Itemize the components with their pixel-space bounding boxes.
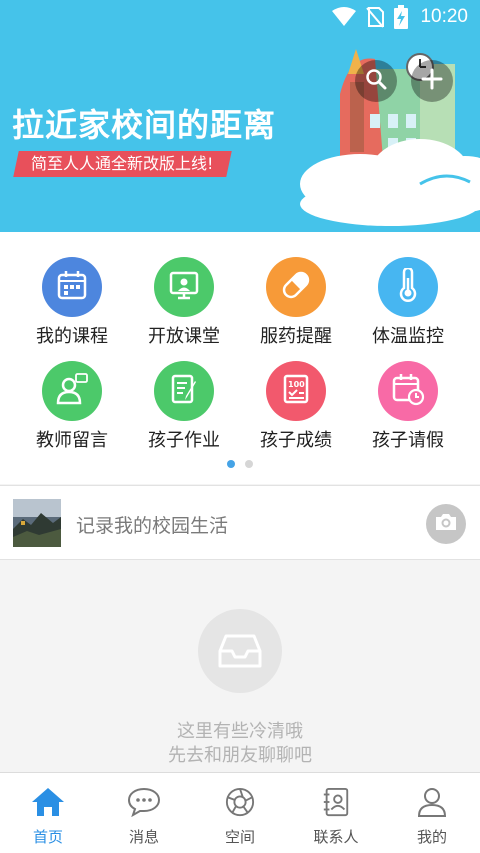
empty-message-line2: 先去和朋友聊聊吧	[168, 745, 312, 766]
nav-label: 联系人	[313, 828, 359, 846]
homework-icon	[168, 373, 200, 409]
nav-label: 消息	[128, 828, 159, 846]
camera-icon	[434, 512, 458, 536]
thermometer-icon	[392, 266, 424, 306]
wifi-icon	[332, 7, 357, 27]
feature-temperature-monitor[interactable]: 体温监控	[348, 257, 468, 357]
camera-button[interactable]	[426, 504, 466, 544]
svg-text:100: 100	[288, 380, 305, 389]
feature-child-scores[interactable]: 100 孩子成绩	[236, 361, 356, 461]
promo-banner[interactable]: 拉近家校间的距离 简至人人通全新改版上线!	[0, 34, 480, 232]
feature-icon-circle	[42, 257, 102, 317]
nav-me[interactable]: 我的	[384, 773, 480, 853]
no-signal-icon	[366, 6, 385, 28]
feature-my-courses[interactable]: 我的课程	[12, 257, 132, 357]
feature-icon-circle	[154, 361, 214, 421]
banner-tagline: 简至人人通全新改版上线!	[31, 154, 214, 173]
teacher-message-icon	[55, 372, 89, 410]
leave-calendar-icon	[391, 372, 425, 410]
nav-contacts[interactable]: 联系人	[288, 773, 384, 853]
feature-label: 体温监控	[372, 326, 444, 347]
page-dot-active[interactable]	[227, 460, 235, 468]
feature-icon-circle	[378, 361, 438, 421]
battery-charging-icon	[394, 5, 409, 29]
status-bar: 10:20	[0, 0, 480, 34]
bottom-navigation: 首页 消息 空间 联系人 我的	[0, 772, 480, 853]
feature-icon-circle: 100	[266, 361, 326, 421]
nav-home[interactable]: 首页	[0, 773, 96, 853]
chat-bubble-icon	[127, 787, 161, 821]
page-dot[interactable]	[245, 460, 253, 468]
feature-icon-circle	[378, 257, 438, 317]
feature-icon-circle	[154, 257, 214, 317]
add-button[interactable]	[411, 60, 453, 102]
feature-label: 我的课程	[36, 326, 108, 347]
nav-label: 首页	[32, 828, 63, 846]
record-prompt-text: 记录我的校园生活	[76, 515, 229, 537]
nav-space[interactable]: 空间	[192, 773, 288, 853]
pill-icon	[279, 268, 313, 306]
feature-label: 孩子成绩	[260, 430, 332, 451]
nav-label: 空间	[224, 828, 255, 846]
feature-label: 孩子请假	[372, 430, 444, 451]
feature-label: 教师留言	[36, 430, 108, 451]
empty-state: 这里有些冷清哦 先去和朋友聊聊吧	[0, 561, 480, 772]
score-sheet-icon: 100	[280, 373, 312, 409]
contacts-book-icon	[320, 787, 352, 821]
banner-headline: 拉近家校间的距离	[12, 106, 277, 144]
banner-tagline-ribbon: 简至人人通全新改版上线!	[13, 151, 232, 177]
feature-label: 孩子作业	[148, 430, 220, 451]
feature-icon-circle	[42, 361, 102, 421]
empty-inbox-icon	[198, 609, 282, 693]
feature-label: 开放课堂	[148, 326, 220, 347]
calendar-icon	[56, 269, 88, 305]
nav-label: 我的	[416, 828, 447, 846]
feature-child-leave[interactable]: 孩子请假	[348, 361, 468, 461]
plus-icon	[421, 68, 443, 94]
feature-teacher-message[interactable]: 教师留言	[12, 361, 132, 461]
clock-time: 10:20	[420, 6, 468, 27]
aperture-icon	[224, 787, 256, 821]
person-icon	[417, 787, 447, 821]
feature-icon-circle	[266, 257, 326, 317]
feature-medicine-reminder[interactable]: 服药提醒	[236, 257, 356, 357]
nav-messages[interactable]: 消息	[96, 773, 192, 853]
empty-message-line1: 这里有些冷清哦	[177, 721, 303, 742]
page-indicator	[0, 460, 480, 468]
home-icon	[31, 787, 65, 821]
user-avatar-thumbnail	[13, 499, 61, 547]
feature-label: 服药提醒	[260, 326, 332, 347]
classroom-screen-icon	[168, 269, 200, 305]
search-button[interactable]	[355, 60, 397, 102]
search-icon	[365, 68, 387, 94]
feature-child-homework[interactable]: 孩子作业	[124, 361, 244, 461]
feature-open-classroom[interactable]: 开放课堂	[124, 257, 244, 357]
record-campus-life-row[interactable]: 记录我的校园生活	[0, 485, 480, 560]
feature-grid: 我的课程 开放课堂 服药提醒 体温监控 教师留言 孩子作业 100 孩子成绩 孩…	[0, 232, 480, 484]
